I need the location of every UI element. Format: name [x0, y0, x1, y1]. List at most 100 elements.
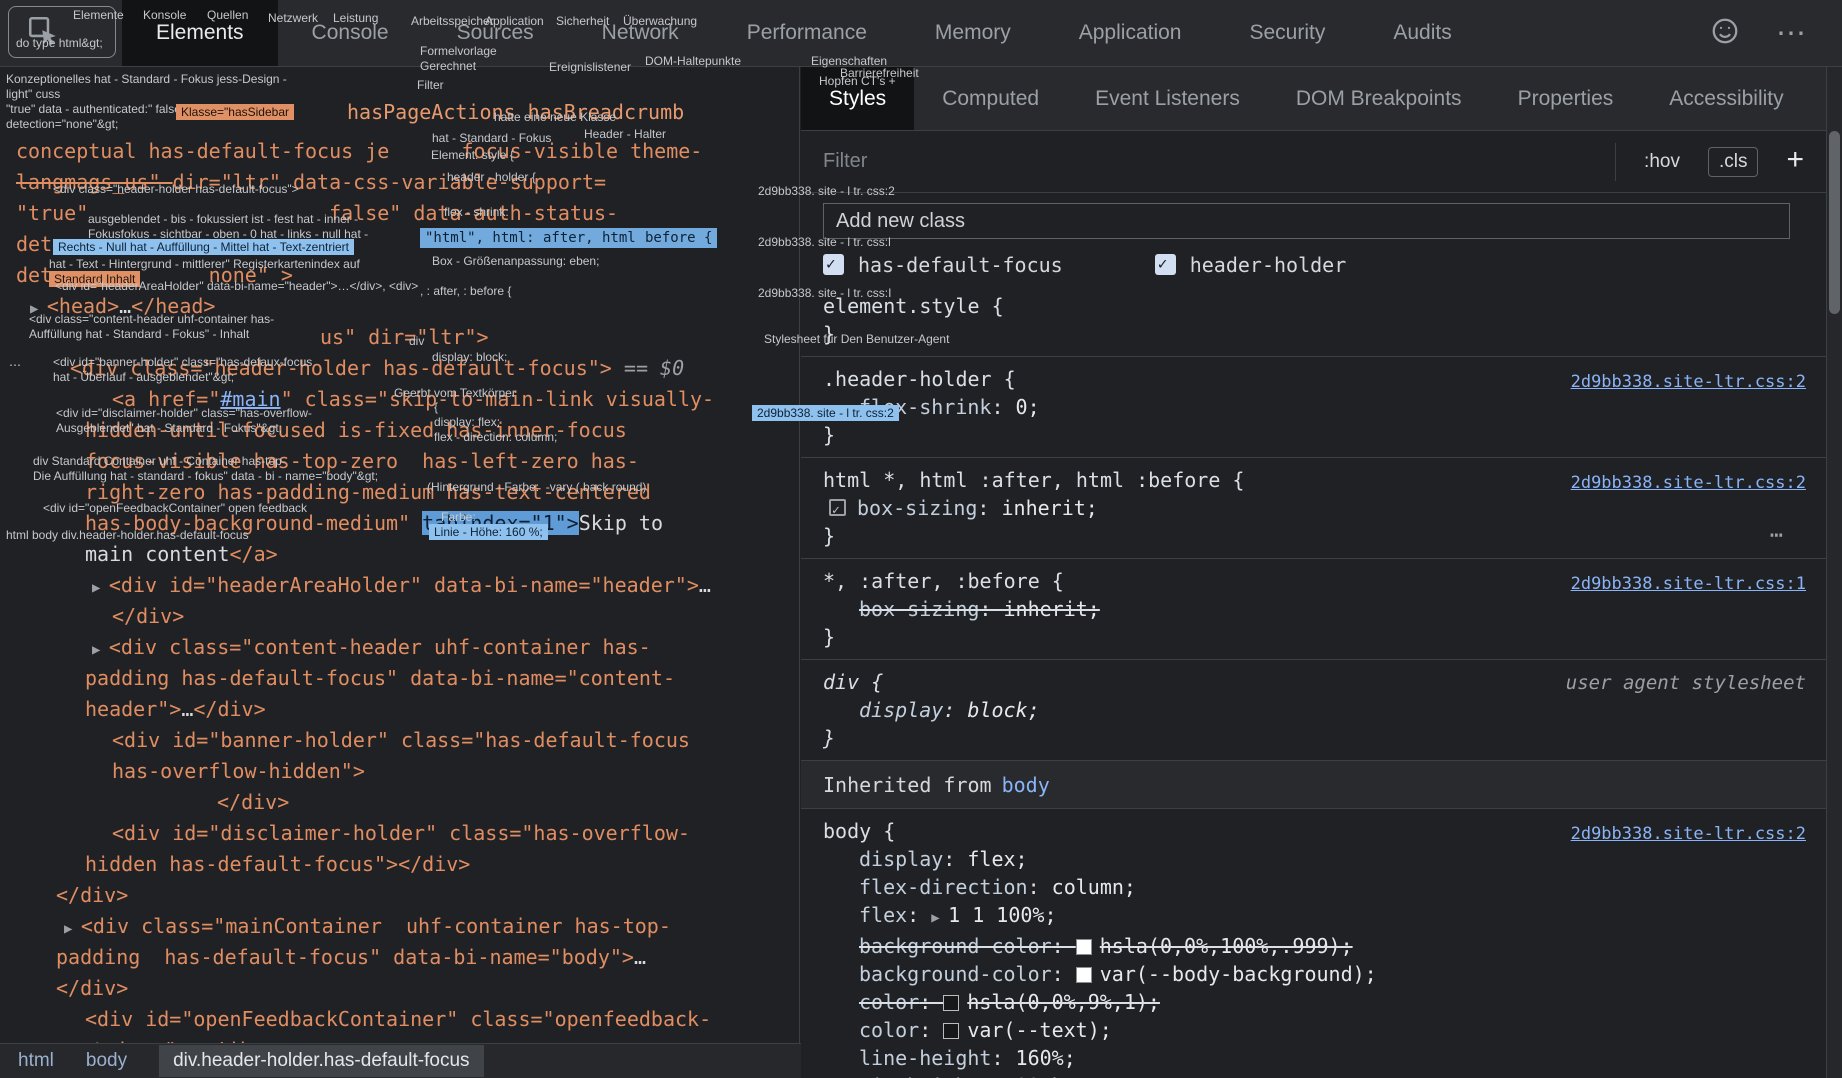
color-swatch-white[interactable] [1076, 967, 1092, 983]
dom-tree-line[interactable]: focus-visible has-top-zero has-left-zero… [0, 446, 799, 477]
tab-network[interactable]: Network [568, 0, 713, 66]
property-text: line-height: 160%; [859, 1046, 1076, 1070]
dom-tree-line[interactable]: header">…</div> [0, 694, 799, 725]
dom-tree-line[interactable]: right-zero has-padding-medium has-text-c… [0, 477, 799, 508]
tab-audits[interactable]: Audits [1359, 0, 1485, 66]
color-swatch-dark[interactable] [943, 1023, 959, 1039]
dom-tree-line[interactable]: padding has-default-focus" data-bi-name=… [0, 942, 799, 973]
dom-tree-line[interactable]: hidden has-default-focus"></div> [0, 849, 799, 880]
dom-tree-line[interactable]: has-overflow-hidden"> [0, 756, 799, 787]
tab-styles[interactable]: Styles [801, 67, 914, 130]
css-rule-body: body {2d9bb338.site-ltr.css:2display: fl… [801, 809, 1826, 1078]
dom-tree-line[interactable]: ▶ <div class="mainContainer uhf-containe… [0, 911, 799, 942]
tab-accessibility[interactable]: Accessibility [1641, 67, 1811, 130]
expand-arrow-icon[interactable]: ▶ [92, 642, 109, 658]
tab-computed[interactable]: Computed [914, 67, 1067, 130]
css-property[interactable]: box-sizing: inherit; [823, 494, 1826, 522]
toggle-hover-state-button[interactable]: :hov [1644, 151, 1680, 173]
inherited-from-target-link[interactable]: body [1002, 773, 1050, 797]
property-value: 1 1 100%; [948, 903, 1056, 927]
tab-memory[interactable]: Memory [901, 0, 1045, 66]
dom-code-text: us" dir="ltr"> [320, 325, 489, 349]
dom-tree-line[interactable]: ▶ <div class="content-header uhf-contain… [0, 632, 799, 663]
dom-tree-line[interactable]: <div id="disclaimer-holder" class="has-o… [0, 818, 799, 849]
dom-tree-line[interactable]: conceptual has-default-focus je focus-vi… [0, 136, 799, 167]
css-property[interactable]: color: var(--text); [823, 1016, 1826, 1044]
tab-properties[interactable]: Properties [1490, 67, 1642, 130]
dom-tree-line[interactable]: <div id="banner-holder" class="has-defau… [0, 725, 799, 756]
css-property[interactable]: flex: ▶ 1 1 100%; [823, 901, 1826, 932]
dom-tree-line[interactable]: padding has-default-focus" data-bi-name=… [0, 663, 799, 694]
tab-console[interactable]: Console [278, 0, 423, 66]
checkbox-checked-icon[interactable] [823, 254, 844, 275]
css-property[interactable]: color: hsla(0,0%,9%,1); [823, 988, 1826, 1016]
property-text: background-color: hsla(0,0%,100%,.999); [859, 934, 1353, 958]
css-property[interactable]: line-height: 160%; [823, 1044, 1826, 1072]
dom-tree-line[interactable]: langmags_us" dir="ltr" data-css-variable… [0, 167, 799, 198]
dom-tree-line-selected[interactable]: <div class="header-holder has-default-fo… [0, 353, 799, 384]
stylesheet-source-link[interactable]: 2d9bb338.site-ltr.css:2 [1571, 368, 1806, 396]
css-property[interactable]: min-height: 100vh; [823, 1072, 1826, 1078]
property-value: inherit; [1004, 597, 1100, 621]
dom-tree-line[interactable]: <a href="#main" class="skip-to-main-link… [0, 384, 799, 415]
dom-tree-line[interactable]: det none" > [0, 260, 799, 291]
color-swatch-white[interactable] [1076, 939, 1092, 955]
dom-tree-line[interactable]: </div> [0, 601, 799, 632]
more-menu-icon[interactable]: ⋯ [1776, 16, 1808, 51]
tab-sources[interactable]: Sources [423, 0, 568, 66]
tab-elements[interactable]: Elements [122, 0, 278, 66]
css-property[interactable]: background-color: hsla(0,0%,100%,.999); [823, 932, 1826, 960]
tab-performance[interactable]: Performance [713, 0, 901, 66]
scrollbar-thumb[interactable] [1829, 131, 1840, 314]
tab-event-listeners[interactable]: Event Listeners [1067, 67, 1268, 130]
dom-tree-line[interactable]: </div> [0, 787, 799, 818]
stylesheet-source-link[interactable]: 2d9bb338.site-ltr.css:1 [1571, 570, 1806, 598]
css-property[interactable]: flex-shrink: 0; [823, 393, 1826, 421]
dom-tree-line[interactable]: ▶ <div id="headerAreaHolder" data-bi-nam… [0, 570, 799, 601]
class-toggle-header-holder[interactable]: header-holder [1155, 253, 1347, 277]
new-style-rule-button[interactable]: + [1786, 145, 1804, 175]
add-new-class-input[interactable] [823, 203, 1790, 239]
css-property[interactable]: background-color: var(--body-background)… [823, 960, 1826, 988]
css-property[interactable]: display: block; [823, 696, 1826, 724]
dom-tree-line[interactable]: ▶ <head>…</head> [0, 291, 799, 322]
expand-arrow-icon[interactable]: ▶ [64, 921, 81, 937]
stylesheet-source-link[interactable]: 2d9bb338.site-ltr.css:2 [1571, 820, 1806, 848]
class-toggle-has-default-focus[interactable]: has-default-focus [823, 253, 1063, 277]
dom-tree-line[interactable]: </div> [0, 973, 799, 1004]
breadcrumb-item-html[interactable]: html [18, 1050, 54, 1072]
tab-security[interactable]: Security [1215, 0, 1359, 66]
tab-dom-breakpoints[interactable]: DOM Breakpoints [1268, 67, 1490, 130]
breadcrumb-item-body[interactable]: body [86, 1050, 127, 1072]
styles-filter-row: :hov .cls + [801, 131, 1826, 193]
dom-tree-line[interactable]: us" dir="ltr"> [0, 322, 799, 353]
dom-tree-line[interactable]: </div> [0, 880, 799, 911]
feedback-smiley-icon[interactable] [1710, 16, 1740, 51]
dom-tree-line[interactable]: hidden-until-focused is-fixed has-inner-… [0, 415, 799, 446]
expand-arrow-icon[interactable]: ▶ [931, 910, 948, 926]
property-checkbox-icon[interactable] [829, 499, 846, 516]
color-swatch-dark[interactable] [943, 995, 959, 1011]
checkbox-checked-icon[interactable] [1155, 254, 1176, 275]
dom-tree-line[interactable]: "true" false" data-auth-status- [0, 198, 799, 229]
overflow-dots-icon[interactable]: ⋯ [1770, 522, 1786, 550]
dom-tree-line[interactable]: has-body-background-medium" tabindex="1"… [0, 508, 799, 539]
href-main-link[interactable]: #main [220, 387, 280, 411]
inspect-element-icon[interactable] [26, 14, 60, 53]
css-property[interactable]: flex-direction: column; [823, 873, 1826, 901]
breadcrumb-item-div-header-holder-has-default-focus[interactable]: div.header-holder.has-default-focus [159, 1045, 483, 1077]
tab-application[interactable]: Application [1045, 0, 1216, 66]
vertical-scrollbar[interactable] [1826, 67, 1842, 1078]
dom-code-text: <div class="mainContainer uhf-container … [81, 914, 671, 938]
dom-tree-line[interactable]: <div id="openFeedbackContainer" class="o… [0, 1004, 799, 1035]
dom-tree-line[interactable]: main content</a> [0, 539, 799, 570]
styles-filter-input[interactable] [823, 150, 1615, 173]
user-agent-stylesheet-note: user agent stylesheet [1566, 669, 1806, 697]
css-property[interactable]: box-sizing: inherit; [823, 595, 1826, 623]
dom-tree-line[interactable]: det [0, 229, 799, 260]
expand-arrow-icon[interactable]: ▶ [92, 580, 109, 596]
element-classes-button[interactable]: .cls [1708, 147, 1759, 177]
stylesheet-source-link[interactable]: 2d9bb338.site-ltr.css:2 [1571, 469, 1806, 497]
css-property[interactable]: display: flex; [823, 845, 1826, 873]
expand-arrow-icon[interactable]: ▶ [30, 301, 47, 317]
